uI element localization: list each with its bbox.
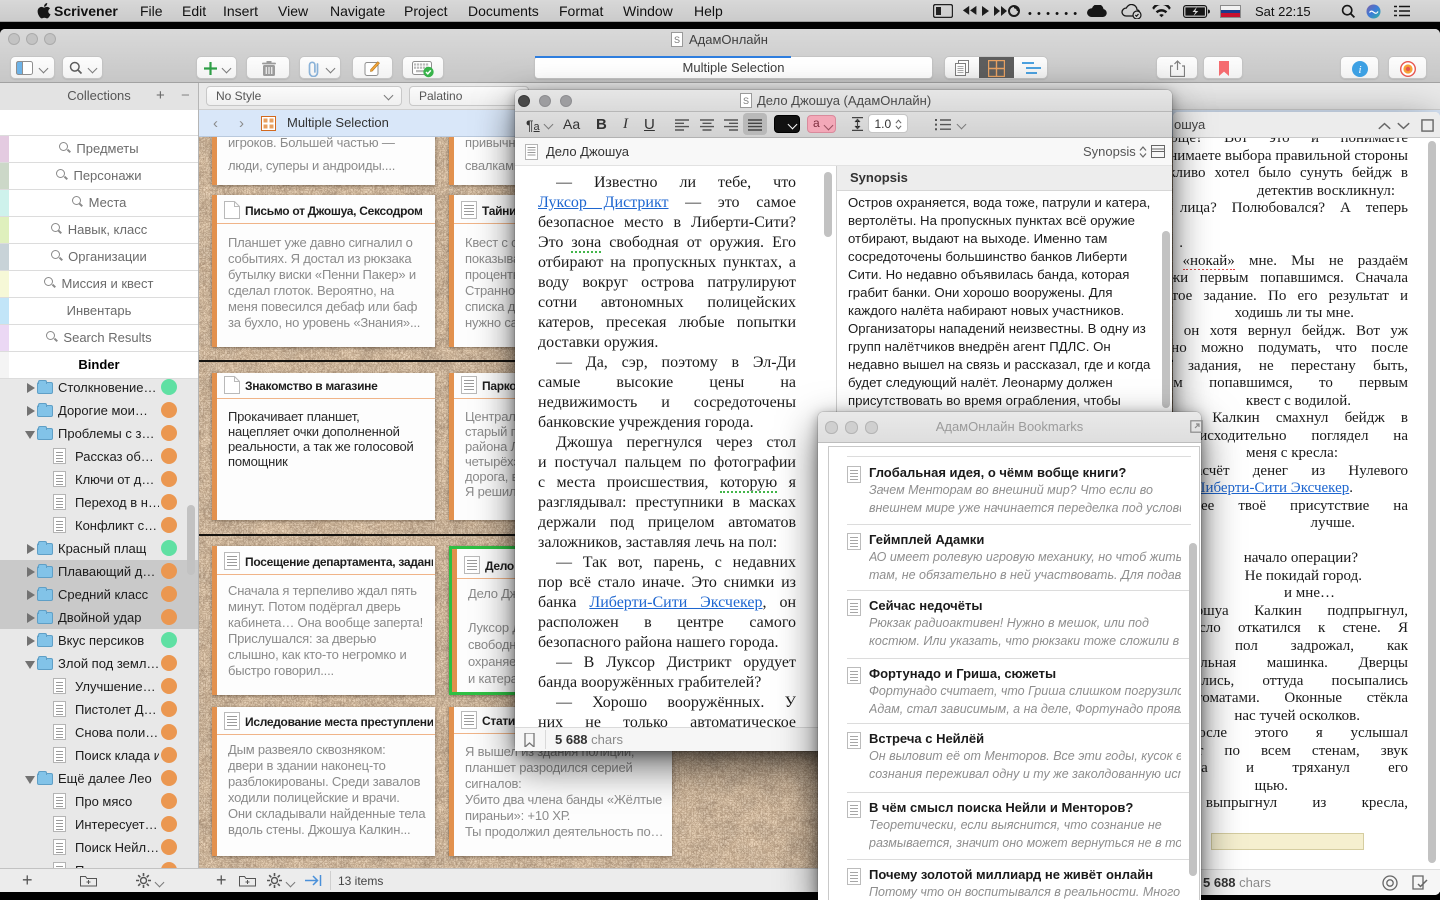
svg-text:S: S	[674, 35, 680, 45]
svg-text:S: S	[743, 96, 749, 106]
svg-text:i: i	[1358, 64, 1361, 76]
